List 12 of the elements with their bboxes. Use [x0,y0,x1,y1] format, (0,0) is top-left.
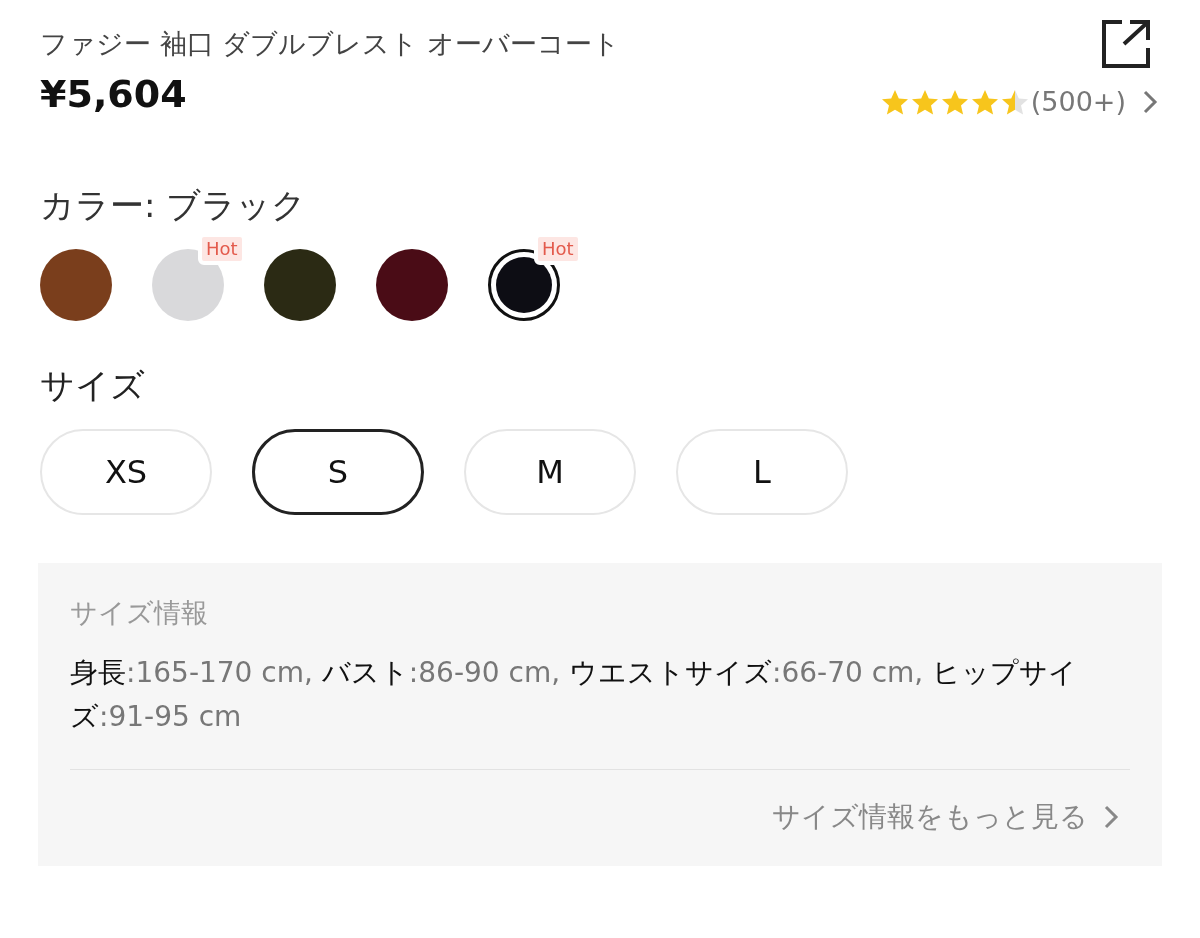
size-option[interactable]: S [252,428,424,515]
product-title: ファジー 袖口 ダブルブレスト オーバーコート [40,27,620,61]
size-label: サイズ [40,363,146,407]
size-option[interactable]: XS [40,428,212,515]
product-price: ¥5,604 [40,71,188,118]
chevron-right-icon [1102,803,1120,830]
review-count[interactable]: (500+) [1030,82,1126,123]
size-info-title: サイズ情報 [70,595,209,630]
color-label: カラー: ブラック [40,183,308,227]
size-option[interactable]: L [676,428,848,515]
size-measurements: 身長:165-170 cm, バスト:86-90 cm, ウエストサイズ:66-70 cm, ヒップサイズ:91-95 cm [70,654,1079,735]
size-option[interactable]: M [464,428,636,515]
